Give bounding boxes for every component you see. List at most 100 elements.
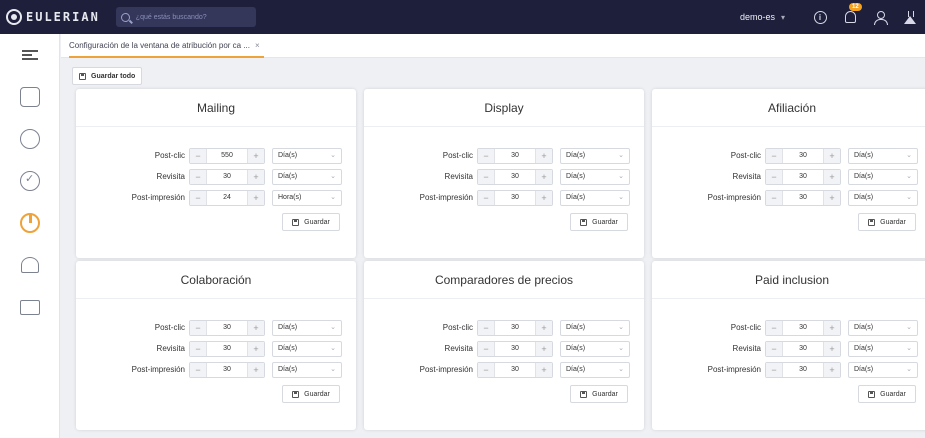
- sidebar-item-reports[interactable]: [0, 286, 60, 328]
- stepper-value-input[interactable]: 30: [206, 342, 248, 356]
- stepper-value-input[interactable]: 550: [206, 149, 248, 163]
- stepper-value-input[interactable]: 30: [782, 342, 824, 356]
- sidebar-menu-toggle[interactable]: [0, 34, 60, 76]
- save-button[interactable]: Guardar: [282, 385, 340, 403]
- unit-select[interactable]: Día(s) ⌄: [848, 362, 918, 378]
- save-button[interactable]: Guardar: [282, 213, 340, 231]
- sidebar-item-channels[interactable]: [0, 118, 60, 160]
- channel-card: Colaboración Post-clic −30 + Día(s) ⌄ Revisita…: [76, 261, 356, 430]
- decrement-button[interactable]: −: [190, 191, 206, 205]
- stepper-value-input[interactable]: 30: [782, 170, 824, 184]
- unit-select[interactable]: Día(s) ⌄: [560, 362, 630, 378]
- unit-select[interactable]: Día(s) ⌄: [848, 148, 918, 164]
- unit-select-value: Día(s): [854, 173, 874, 180]
- stepper-value-input[interactable]: 30: [782, 363, 824, 377]
- decrement-button[interactable]: −: [766, 149, 782, 163]
- stepper-value-input[interactable]: 30: [494, 170, 536, 184]
- decrement-button[interactable]: −: [478, 170, 494, 184]
- search-input[interactable]: ¿qué estás buscando?: [115, 7, 256, 27]
- decrement-button[interactable]: −: [190, 342, 206, 356]
- unit-select[interactable]: Día(s) ⌄: [272, 341, 342, 357]
- decrement-button[interactable]: −: [766, 321, 782, 335]
- decrement-button[interactable]: −: [766, 191, 782, 205]
- sidebar-item-analytics[interactable]: [0, 202, 60, 244]
- save-all-button[interactable]: Guardar todo: [72, 67, 143, 85]
- increment-button[interactable]: +: [536, 191, 552, 205]
- unit-select[interactable]: Día(s) ⌄: [272, 362, 342, 378]
- stepper-value-input[interactable]: 30: [206, 321, 248, 335]
- increment-button[interactable]: +: [248, 321, 264, 335]
- sidebar-item-home[interactable]: [0, 76, 60, 118]
- stepper-value-input[interactable]: 30: [494, 342, 536, 356]
- unit-select[interactable]: Día(s) ⌄: [560, 320, 630, 336]
- decrement-button[interactable]: −: [766, 342, 782, 356]
- stepper-value-input[interactable]: 30: [206, 170, 248, 184]
- increment-button[interactable]: +: [536, 363, 552, 377]
- pie-chart-icon: [20, 213, 40, 233]
- unit-select[interactable]: Día(s) ⌄: [272, 320, 342, 336]
- notifications-button[interactable]: 12: [835, 0, 865, 34]
- save-button[interactable]: Guardar: [858, 213, 916, 231]
- increment-button[interactable]: +: [536, 170, 552, 184]
- chevron-down-icon: ⌄: [906, 152, 912, 159]
- stepper-value-input[interactable]: 30: [782, 191, 824, 205]
- increment-button[interactable]: +: [824, 191, 840, 205]
- increment-button[interactable]: +: [824, 321, 840, 335]
- unit-select[interactable]: Día(s) ⌄: [560, 190, 630, 206]
- increment-button[interactable]: +: [248, 342, 264, 356]
- decrement-button[interactable]: −: [766, 363, 782, 377]
- stepper-value-input[interactable]: 30: [206, 363, 248, 377]
- save-button[interactable]: Guardar: [570, 385, 628, 403]
- account-selector[interactable]: demo-es ▾: [740, 12, 785, 22]
- stepper-value-input[interactable]: 30: [782, 149, 824, 163]
- unit-select[interactable]: Hora(s) ⌄: [272, 190, 342, 206]
- unit-select[interactable]: Día(s) ⌄: [848, 169, 918, 185]
- decrement-button[interactable]: −: [190, 149, 206, 163]
- close-icon[interactable]: ×: [255, 41, 260, 50]
- stepper-value-input[interactable]: 30: [494, 321, 536, 335]
- stepper-value-input[interactable]: 30: [782, 321, 824, 335]
- unit-select[interactable]: Día(s) ⌄: [560, 341, 630, 357]
- tab-attribution-window[interactable]: Configuración de la ventana de atribució…: [69, 34, 264, 58]
- increment-button[interactable]: +: [824, 170, 840, 184]
- decrement-button[interactable]: −: [478, 363, 494, 377]
- decrement-button[interactable]: −: [478, 191, 494, 205]
- increment-button[interactable]: +: [824, 363, 840, 377]
- unit-select[interactable]: Día(s) ⌄: [560, 148, 630, 164]
- increment-button[interactable]: +: [536, 149, 552, 163]
- unit-select[interactable]: Día(s) ⌄: [272, 148, 342, 164]
- unit-select[interactable]: Día(s) ⌄: [272, 169, 342, 185]
- decrement-button[interactable]: −: [478, 149, 494, 163]
- unit-select[interactable]: Día(s) ⌄: [848, 320, 918, 336]
- unit-select[interactable]: Día(s) ⌄: [560, 169, 630, 185]
- increment-button[interactable]: +: [536, 321, 552, 335]
- logo[interactable]: EULERIAN: [6, 9, 100, 25]
- unit-select[interactable]: Día(s) ⌄: [848, 341, 918, 357]
- increment-button[interactable]: +: [248, 363, 264, 377]
- decrement-button[interactable]: −: [478, 321, 494, 335]
- decrement-button[interactable]: −: [478, 342, 494, 356]
- user-button[interactable]: [865, 0, 895, 34]
- decrement-button[interactable]: −: [766, 170, 782, 184]
- sidebar-item-goals[interactable]: [0, 160, 60, 202]
- top-bar: EULERIAN ¿qué estás buscando? demo-es ▾ …: [0, 0, 925, 34]
- stepper-value-input[interactable]: 30: [494, 191, 536, 205]
- increment-button[interactable]: +: [536, 342, 552, 356]
- save-button[interactable]: Guardar: [858, 385, 916, 403]
- stepper-value-input[interactable]: 24: [206, 191, 248, 205]
- increment-button[interactable]: +: [824, 342, 840, 356]
- increment-button[interactable]: +: [248, 191, 264, 205]
- decrement-button[interactable]: −: [190, 170, 206, 184]
- lab-button[interactable]: [895, 0, 925, 34]
- decrement-button[interactable]: −: [190, 321, 206, 335]
- info-button[interactable]: i: [805, 0, 835, 34]
- save-button[interactable]: Guardar: [570, 213, 628, 231]
- decrement-button[interactable]: −: [190, 363, 206, 377]
- increment-button[interactable]: +: [248, 170, 264, 184]
- increment-button[interactable]: +: [248, 149, 264, 163]
- increment-button[interactable]: +: [824, 149, 840, 163]
- stepper-value-input[interactable]: 30: [494, 149, 536, 163]
- unit-select[interactable]: Día(s) ⌄: [848, 190, 918, 206]
- sidebar-item-audience[interactable]: [0, 244, 60, 286]
- stepper-value-input[interactable]: 30: [494, 363, 536, 377]
